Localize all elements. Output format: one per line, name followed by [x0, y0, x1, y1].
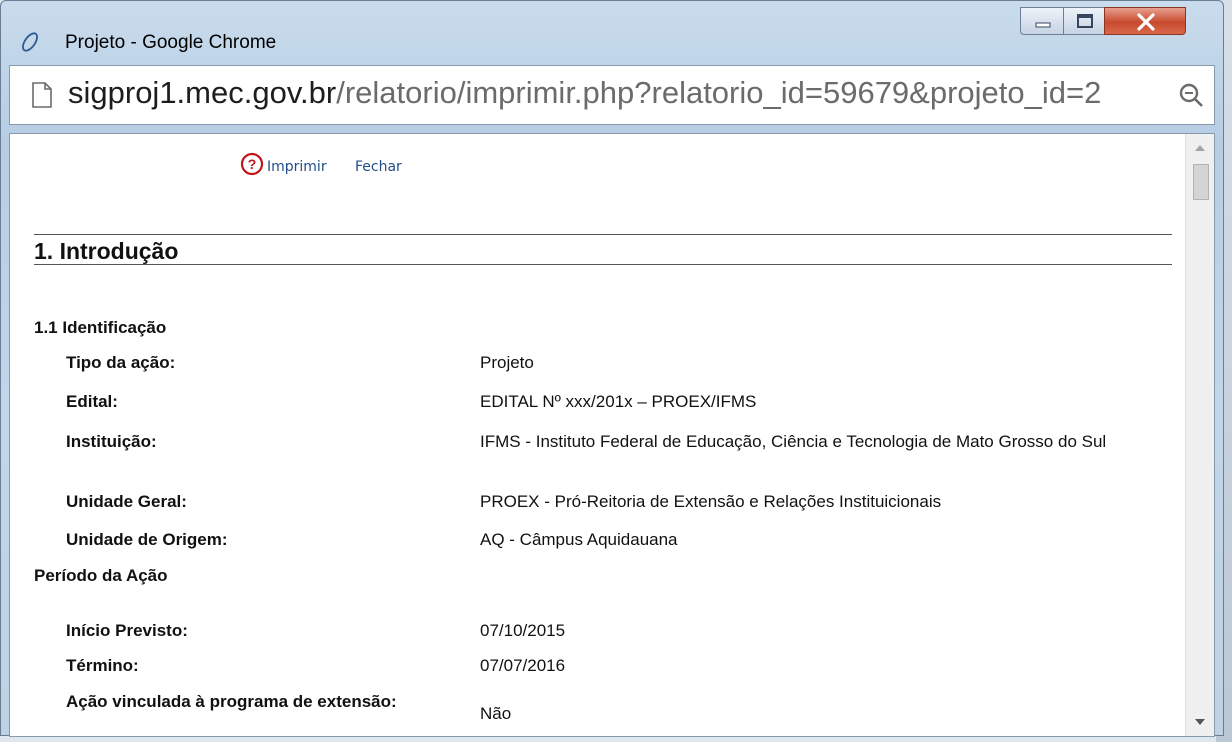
period-value: 07/10/2015 [480, 621, 566, 640]
field-value: AQ - Câmpus Aquidauana [480, 530, 678, 549]
url-text[interactable]: sigproj1.mec.gov.br/relatorio/imprimir.p… [68, 75, 1172, 111]
field-label: Edital: [66, 392, 118, 411]
field-label: Unidade de Origem: [66, 530, 228, 549]
page-icon [32, 82, 52, 108]
period-title: Período da Ação [34, 566, 168, 585]
url-path: /relatorio/imprimir.php?relatorio_id=596… [336, 75, 1102, 110]
vertical-scrollbar[interactable] [1185, 134, 1214, 736]
address-bar[interactable]: sigproj1.mec.gov.br/relatorio/imprimir.p… [9, 65, 1215, 125]
period-label: Ação vinculada à programa de extensão: [66, 692, 397, 711]
url-host: sigproj1.mec.gov.br [68, 75, 337, 110]
maximize-icon [1077, 14, 1093, 28]
divider [34, 264, 1172, 265]
chrome-logo-icon [22, 32, 38, 52]
period-label: Início Previsto: [66, 621, 188, 640]
close-button[interactable] [1104, 7, 1186, 35]
close-icon [1137, 13, 1155, 31]
field-label: Unidade Geral: [66, 492, 187, 511]
field-value: PROEX - Pró-Reitoria de Extensão e Relaç… [480, 492, 942, 511]
field-value: IFMS - Instituto Federal de Educação, Ci… [480, 432, 1107, 451]
field-label: Tipo da ação: [66, 353, 176, 372]
period-value: Não [480, 704, 512, 723]
zoom-icon[interactable] [1178, 82, 1204, 108]
divider [34, 234, 1172, 235]
minimize-icon [1035, 22, 1051, 28]
page-content: ? Imprimir Fechar 1. Introdução 1.1 Iden… [9, 133, 1215, 737]
section-title: 1. Introdução [34, 238, 179, 264]
minimize-button[interactable] [1020, 7, 1064, 35]
period-value: 07/07/2016 [480, 656, 566, 675]
svg-text:?: ? [248, 156, 257, 172]
subsection-title: 1.1 Identificação [34, 318, 167, 337]
scrollbar-thumb[interactable] [1193, 164, 1209, 200]
close-link[interactable]: Fechar [355, 159, 402, 175]
field-label: Instituição: [66, 432, 157, 451]
maximize-button[interactable] [1063, 7, 1105, 35]
title-bar[interactable]: Projeto - Google Chrome [1, 1, 1223, 53]
browser-window: Projeto - Google Chrome sigproj1.mec.gov… [0, 0, 1224, 737]
field-value: EDITAL Nº xxx/201x – PROEX/IFMS [480, 392, 757, 411]
scroll-up-arrow-icon[interactable] [1195, 144, 1205, 152]
window-title: Projeto - Google Chrome [65, 32, 277, 53]
scroll-down-arrow-icon[interactable] [1195, 718, 1205, 726]
print-link[interactable]: Imprimir [267, 159, 327, 175]
period-label: Término: [66, 656, 139, 675]
help-icon[interactable]: ? [240, 152, 264, 176]
field-value: Projeto [480, 353, 534, 372]
